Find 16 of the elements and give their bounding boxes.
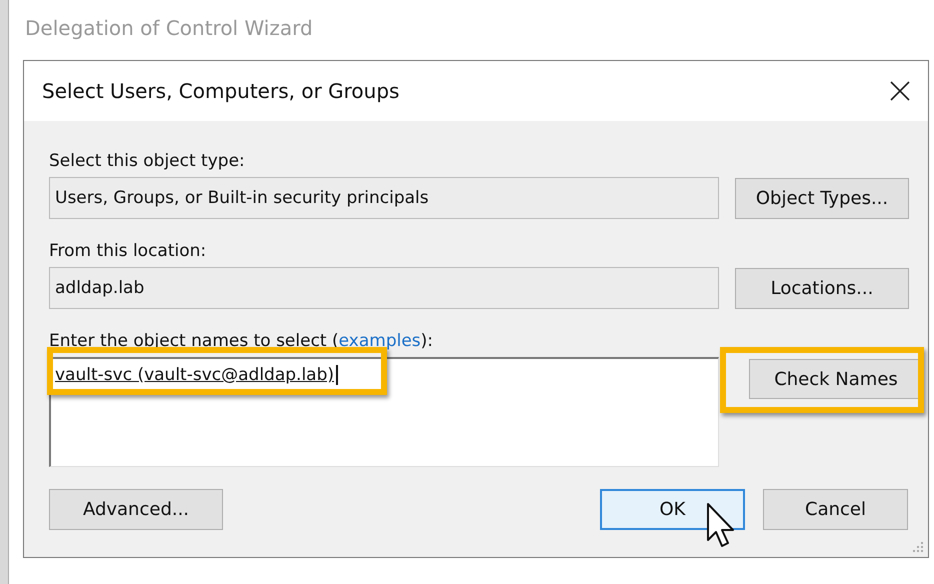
field-label: Select this object type: (49, 151, 246, 173)
object-types-button[interactable]: Object Types... (735, 178, 909, 218)
mouse-pointer-icon (706, 502, 736, 548)
locations-button[interactable]: Locations... (735, 268, 909, 308)
resolved-name: vault-svc (vault-svc@adldap.lab) (55, 365, 338, 385)
examples-link[interactable]: examples (338, 331, 421, 351)
object-names-field[interactable]: vault-svc (vault-svc@adldap.lab) (49, 357, 719, 467)
object-type-field: Users, Groups, or Built-in security principals (49, 177, 719, 219)
dialog-button[interactable]: Cancel (763, 489, 908, 530)
field-label: From this location: (49, 241, 208, 263)
window-title: Delegation of Control Wizard (24, 16, 314, 42)
resize-grip-icon[interactable] (912, 541, 924, 553)
advanced-button[interactable]: Advanced... (49, 489, 223, 530)
close-icon[interactable] (890, 81, 910, 101)
location-field: adldap.lab (49, 267, 719, 309)
dialog-title: Select Users, Computers, or Groups (42, 79, 400, 103)
